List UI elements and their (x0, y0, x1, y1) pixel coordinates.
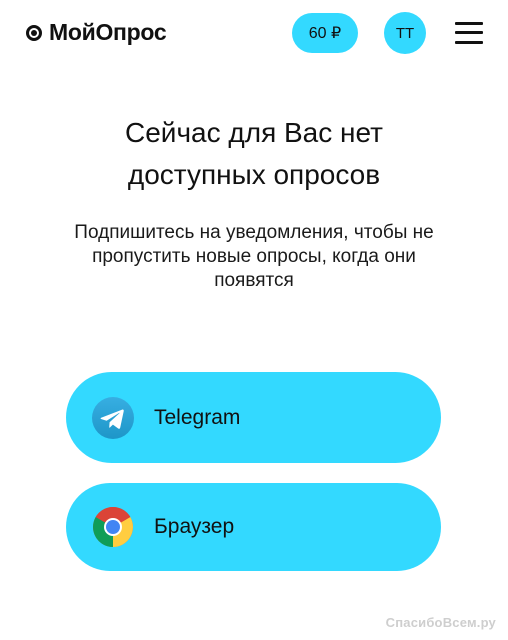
chrome-icon (93, 507, 133, 547)
watermark: СпасибоВсем.ру (385, 615, 496, 630)
browser-subscribe-button[interactable]: Браузер (66, 483, 441, 571)
hamburger-menu-icon[interactable] (455, 22, 483, 44)
avatar[interactable]: ТТ (384, 12, 426, 54)
subtitle-line: появятся (214, 270, 294, 291)
page-subtitle: Подпишитесь на уведомления, чтобы не про… (0, 221, 508, 293)
telegram-icon (92, 396, 134, 439)
telegram-subscribe-button[interactable]: Telegram (66, 372, 441, 463)
menu-line (455, 41, 483, 44)
logo-text: МойОпрос (49, 19, 167, 45)
logo-mark-icon (26, 24, 42, 41)
subtitle-line: пропустить новые опросы, когда они (92, 246, 416, 267)
page-title: Сейчас для Вас нет доступных опросов (0, 112, 508, 196)
header: МойОпрос 60 ₽ ТТ (0, 0, 508, 68)
title-line: доступных опросов (127, 159, 381, 190)
menu-line (455, 31, 483, 34)
subtitle-line: Подпишитесь на уведомления, чтобы не (74, 222, 434, 243)
logo[interactable]: МойОпрос (26, 19, 167, 46)
menu-line (455, 22, 483, 25)
telegram-label: Telegram (154, 405, 241, 429)
balance-button[interactable]: 60 ₽ (292, 13, 358, 53)
title-line: Сейчас для Вас нет (125, 117, 383, 148)
browser-label: Браузер (154, 515, 235, 538)
page: МойОпрос 60 ₽ ТТ Сейчас для Вас нет дост… (0, 0, 508, 640)
